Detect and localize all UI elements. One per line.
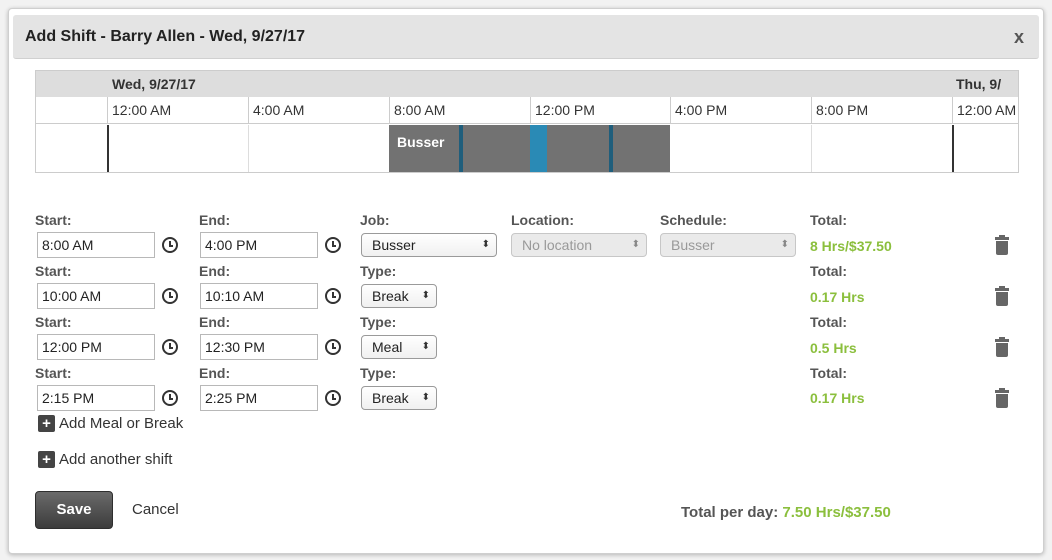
timeline-day-label: Wed, 9/27/17 (112, 76, 196, 92)
timeline-break-marker (609, 125, 613, 172)
break-type-value: Break (372, 390, 409, 406)
end-header: End: (199, 314, 231, 330)
type-header: Type: (360, 263, 397, 279)
schedule-select[interactable]: Busser ⬍ (660, 233, 796, 257)
total-per-day-label: Total per day: (681, 504, 779, 521)
timeline-hour-label: 8:00 PM (811, 97, 868, 124)
select-arrows-icon: ⬍ (631, 239, 640, 250)
clock-icon[interactable] (162, 390, 178, 406)
break-type-value: Break (372, 288, 409, 304)
job-select[interactable]: Busser ⬍ (361, 233, 497, 257)
select-arrows-icon: ⬍ (421, 392, 430, 403)
add-another-shift-link[interactable]: + Add another shift (38, 451, 172, 468)
plus-icon: + (38, 451, 55, 468)
select-arrows-icon: ⬍ (421, 290, 430, 301)
timeline-hours-row: 12:00 AM 4:00 AM 8:00 AM 12:00 PM 4:00 P… (36, 97, 1018, 124)
end-header: End: (199, 212, 231, 228)
timeline-hour-label: 4:00 PM (670, 97, 727, 124)
start-header: Start: (35, 365, 72, 381)
break-type-select[interactable]: Meal ⬍ (361, 335, 437, 359)
clock-icon[interactable] (162, 237, 178, 253)
timeline-day-header: Wed, 9/27/17 Thu, 9/ (36, 71, 1018, 97)
clock-icon[interactable] (162, 339, 178, 355)
add-another-shift-label: Add another shift (59, 451, 173, 468)
close-icon[interactable]: x (1005, 23, 1033, 51)
add-meal-break-link[interactable]: + Add Meal or Break (38, 415, 183, 432)
clock-icon[interactable] (162, 288, 178, 304)
end-header: End: (199, 263, 231, 279)
break-type-select[interactable]: Break ⬍ (361, 386, 437, 410)
job-select-value: Busser (372, 237, 416, 253)
select-arrows-icon: ⬍ (481, 239, 490, 250)
cancel-button[interactable]: Cancel (132, 501, 179, 518)
shift-total: 8 Hrs/$37.50 (810, 238, 892, 254)
break-start-input[interactable]: 12:00 PM (37, 334, 155, 360)
save-button[interactable]: Save (35, 491, 113, 529)
total-header: Total: (810, 314, 848, 330)
clock-icon[interactable] (325, 288, 341, 304)
timeline-hour-label: 4:00 AM (248, 97, 304, 124)
start-header: Start: (35, 212, 72, 228)
end-header: End: (199, 365, 231, 381)
break-total: 0.17 Hrs (810, 289, 865, 305)
location-select-value: No location (522, 237, 593, 253)
trash-icon[interactable] (995, 337, 1009, 357)
shift-end-input[interactable]: 4:00 PM (200, 232, 318, 258)
add-meal-break-label: Add Meal or Break (59, 415, 184, 432)
type-header: Type: (360, 314, 397, 330)
trash-icon[interactable] (995, 388, 1009, 408)
clock-icon[interactable] (325, 339, 341, 355)
shift-timeline: Wed, 9/27/17 Thu, 9/ 12:00 AM 4:00 AM 8:… (35, 70, 1019, 173)
timeline-shift-label: Busser (397, 134, 445, 150)
total-per-day: Total per day: 7.50 Hrs/$37.50 (681, 504, 891, 521)
break-total: 0.5 Hrs (810, 340, 857, 356)
timeline-hour-label: 12:00 AM (952, 97, 1016, 124)
break-end-input[interactable]: 10:10 AM (200, 283, 318, 309)
timeline-day-boundary (107, 125, 109, 172)
location-select[interactable]: No location ⬍ (511, 233, 647, 257)
timeline-hour-label: 12:00 AM (107, 97, 171, 124)
timeline-day-label: Thu, 9/ (956, 76, 1002, 92)
plus-icon: + (38, 415, 55, 432)
trash-icon[interactable] (995, 235, 1009, 255)
start-header: Start: (35, 263, 72, 279)
select-arrows-icon: ⬍ (780, 239, 789, 250)
select-arrows-icon: ⬍ (421, 341, 430, 352)
break-type-value: Meal (372, 339, 403, 355)
timeline-gridline (811, 125, 812, 172)
start-header: Start: (35, 314, 72, 330)
shift-start-input[interactable]: 8:00 AM (37, 232, 155, 258)
add-shift-dialog: Add Shift - Barry Allen - Wed, 9/27/17 x… (8, 8, 1044, 554)
type-header: Type: (360, 365, 397, 381)
timeline-hour-label: 8:00 AM (389, 97, 445, 124)
schedule-select-value: Busser (671, 237, 715, 253)
schedule-header: Schedule: (660, 212, 727, 228)
break-start-input[interactable]: 2:15 PM (37, 385, 155, 411)
break-end-input[interactable]: 2:25 PM (200, 385, 318, 411)
total-header: Total: (810, 365, 848, 381)
location-header: Location: (511, 212, 574, 228)
timeline-break-marker (459, 125, 463, 172)
timeline-gridline (248, 125, 249, 172)
timeline-meal-marker (530, 125, 547, 172)
clock-icon[interactable] (325, 390, 341, 406)
clock-icon[interactable] (325, 237, 341, 253)
timeline-day-boundary (952, 125, 954, 172)
job-header: Job: (360, 212, 390, 228)
dialog-titlebar: Add Shift - Barry Allen - Wed, 9/27/17 x (13, 15, 1039, 59)
total-header: Total: (810, 212, 848, 228)
total-header: Total: (810, 263, 848, 279)
trash-icon[interactable] (995, 286, 1009, 306)
break-type-select[interactable]: Break ⬍ (361, 284, 437, 308)
total-per-day-value: 7.50 Hrs/$37.50 (782, 504, 891, 521)
timeline-hour-label: 12:00 PM (530, 97, 595, 124)
break-end-input[interactable]: 12:30 PM (200, 334, 318, 360)
break-total: 0.17 Hrs (810, 390, 865, 406)
dialog-title: Add Shift - Barry Allen - Wed, 9/27/17 (25, 28, 306, 45)
break-start-input[interactable]: 10:00 AM (37, 283, 155, 309)
